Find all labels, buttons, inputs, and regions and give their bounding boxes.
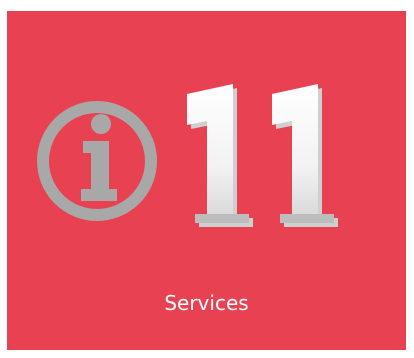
info-circle-icon — [37, 101, 157, 221]
tile-label: Services — [164, 291, 249, 315]
numeral-one-left — [187, 84, 253, 227]
services-tile[interactable]: Services — [7, 11, 406, 350]
numeral-one-right — [272, 84, 338, 227]
